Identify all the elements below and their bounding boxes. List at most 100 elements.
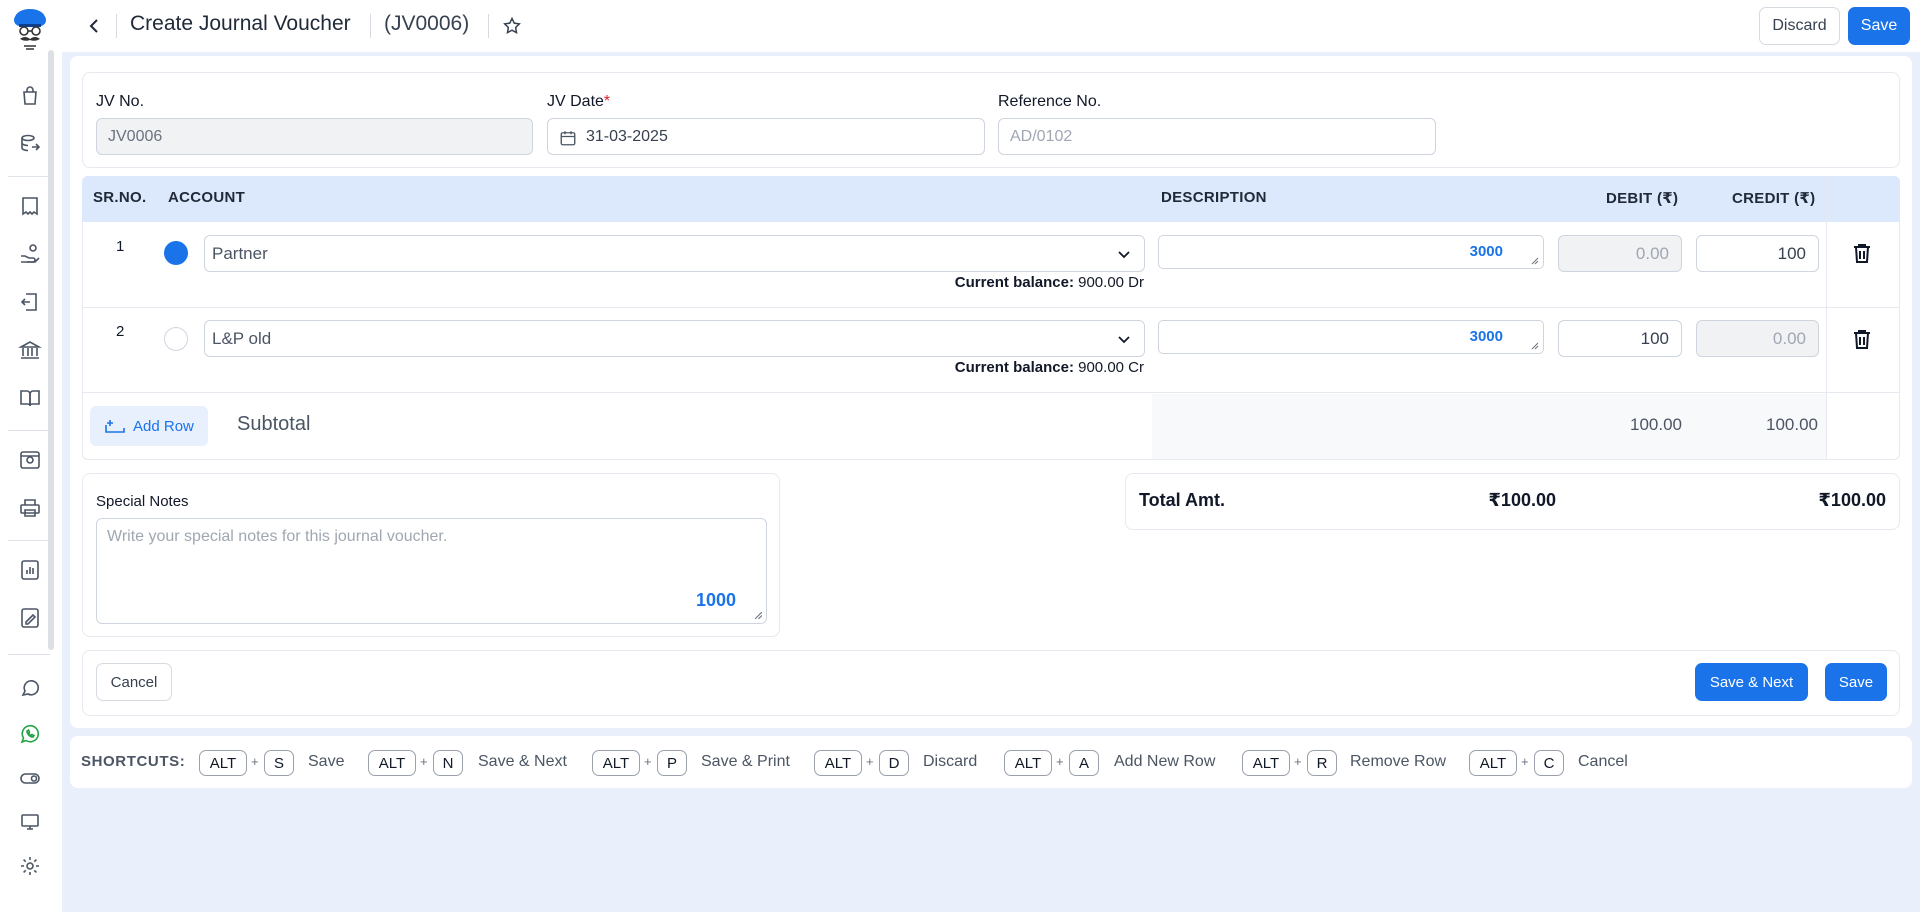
account-select[interactable]: Partner: [204, 235, 1145, 272]
voucher-number: (JV0006): [384, 12, 470, 35]
mascot-logo-icon[interactable]: [10, 6, 50, 52]
bank-icon[interactable]: [14, 334, 46, 366]
shortcut-key: ALT: [1004, 750, 1052, 776]
receipt-return-icon[interactable]: [14, 286, 46, 318]
subtotal-label: Subtotal: [237, 413, 311, 435]
account-select[interactable]: L&P old: [204, 320, 1145, 357]
sidebar: [0, 0, 62, 912]
actions-card: [82, 650, 1900, 716]
col-description: DESCRIPTION: [1161, 189, 1267, 206]
add-row-icon: [105, 420, 125, 433]
sidebar-scrollbar[interactable]: [48, 50, 54, 650]
shortcut-action: Cancel: [1578, 753, 1628, 770]
shopping-bag-icon[interactable]: [14, 80, 46, 112]
shortcut-key: A: [1069, 750, 1099, 776]
special-notes-textarea[interactable]: Write your special notes for this journa…: [96, 518, 767, 624]
save-and-next-button[interactable]: Save & Next: [1695, 663, 1808, 701]
add-row-button[interactable]: Add Row: [90, 406, 208, 446]
row-sr-number: 1: [116, 238, 125, 255]
resize-grip-icon: [1531, 342, 1539, 350]
description-textarea[interactable]: 3000: [1158, 235, 1544, 269]
resize-grip-icon: [1531, 257, 1539, 265]
star-icon[interactable]: [498, 12, 526, 40]
total-debit: ₹100.00: [1488, 490, 1556, 510]
discard-button[interactable]: Discard: [1759, 7, 1840, 45]
save-button[interactable]: Save: [1825, 663, 1887, 701]
top-bar: Create Journal Voucher (JV0006) Discard …: [62, 0, 1920, 52]
shortcut-key: C: [1534, 750, 1564, 776]
account-select-value: Partner: [212, 243, 268, 263]
shortcut-key: ALT: [1469, 750, 1517, 776]
shortcuts-bar: SHORTCUTS: ALT + S Save ALT + N Save & N…: [70, 736, 1912, 788]
description-textarea[interactable]: 3000: [1158, 320, 1544, 354]
receipt-icon[interactable]: [14, 190, 46, 222]
shortcut-key: S: [264, 750, 294, 776]
shortcut-action: Save: [308, 753, 345, 770]
table-header: SR.NO. ACCOUNT DESCRIPTION DEBIT (₹) CRE…: [82, 176, 1900, 222]
trash-icon[interactable]: [1848, 239, 1876, 267]
gear-icon[interactable]: [14, 850, 46, 882]
debit-input[interactable]: 100: [1558, 320, 1682, 357]
whatsapp-icon[interactable]: [14, 718, 46, 750]
subtotal-debit: 100.00: [1630, 415, 1682, 434]
jv-date-value: 31-03-2025: [586, 127, 668, 145]
stack-export-icon[interactable]: [14, 128, 46, 160]
reference-no-input[interactable]: AD/0102: [998, 118, 1436, 155]
shortcut-key: ALT: [1242, 750, 1290, 776]
col-debit: DEBIT (₹): [1606, 190, 1679, 207]
chevron-down-icon: [1118, 251, 1130, 259]
current-balance: Current balance: 900.00 Cr: [954, 359, 1144, 376]
chat-icon[interactable]: [14, 672, 46, 704]
char-counter: 3000: [1469, 328, 1503, 345]
char-counter: 3000: [1469, 243, 1503, 260]
debit-input[interactable]: 0.00: [1558, 235, 1682, 272]
jv-date-label: JV Date*: [547, 93, 611, 110]
required-mark: *: [603, 93, 611, 110]
shortcut-key: ALT: [592, 750, 640, 776]
shortcut-key: P: [657, 750, 687, 776]
page-title: Create Journal Voucher: [130, 12, 351, 35]
hand-coins-icon[interactable]: [14, 238, 46, 270]
shortcut-key: ALT: [199, 750, 247, 776]
current-balance: Current balance: 900.00 Dr: [954, 274, 1144, 291]
total-amount-label: Total Amt.: [1139, 490, 1225, 510]
shortcut-action: Remove Row: [1350, 753, 1447, 770]
total-credit: ₹100.00: [1818, 490, 1886, 510]
credit-input[interactable]: 0.00: [1696, 320, 1819, 357]
reference-no-label: Reference No.: [998, 93, 1102, 110]
jv-no-label: JV No.: [96, 93, 145, 110]
header-save-button[interactable]: Save: [1848, 7, 1910, 45]
shortcut-key: N: [433, 750, 463, 776]
shortcut-key: R: [1307, 750, 1337, 776]
shortcut-key: ALT: [814, 750, 862, 776]
col-account: ACCOUNT: [168, 189, 246, 206]
credit-input[interactable]: 100: [1696, 235, 1819, 272]
shortcut-action: Discard: [923, 753, 978, 770]
row-sr-number: 2: [116, 323, 125, 340]
back-arrow-icon[interactable]: [80, 12, 108, 40]
monitor-icon[interactable]: [14, 806, 46, 838]
settings-box-icon[interactable]: [14, 444, 46, 476]
col-srno: SR.NO.: [93, 189, 147, 206]
trash-icon[interactable]: [1848, 325, 1876, 353]
jv-no-input[interactable]: JV0006: [96, 118, 533, 155]
printer-icon[interactable]: [14, 492, 46, 524]
resize-grip-icon: [754, 611, 763, 620]
jv-date-input[interactable]: 31-03-2025: [547, 118, 985, 155]
chevron-down-icon: [1118, 336, 1130, 344]
special-notes-label: Special Notes: [96, 493, 189, 510]
account-select-value: L&P old: [212, 328, 272, 348]
special-notes-placeholder: Write your special notes for this journa…: [107, 528, 448, 545]
row-select-radio[interactable]: [164, 327, 188, 351]
book-open-icon[interactable]: [14, 382, 46, 414]
subtotal-credit: 100.00: [1766, 415, 1818, 434]
report-icon[interactable]: [14, 554, 46, 586]
shortcut-key: ALT: [368, 750, 416, 776]
shortcut-action: Save & Next: [478, 753, 567, 770]
cancel-button[interactable]: Cancel: [96, 663, 172, 701]
document-edit-icon[interactable]: [14, 602, 46, 634]
row-select-radio[interactable]: [164, 241, 188, 265]
shortcut-key: D: [879, 750, 909, 776]
toggle-icon[interactable]: [14, 762, 46, 794]
col-credit: CREDIT (₹): [1732, 190, 1816, 207]
